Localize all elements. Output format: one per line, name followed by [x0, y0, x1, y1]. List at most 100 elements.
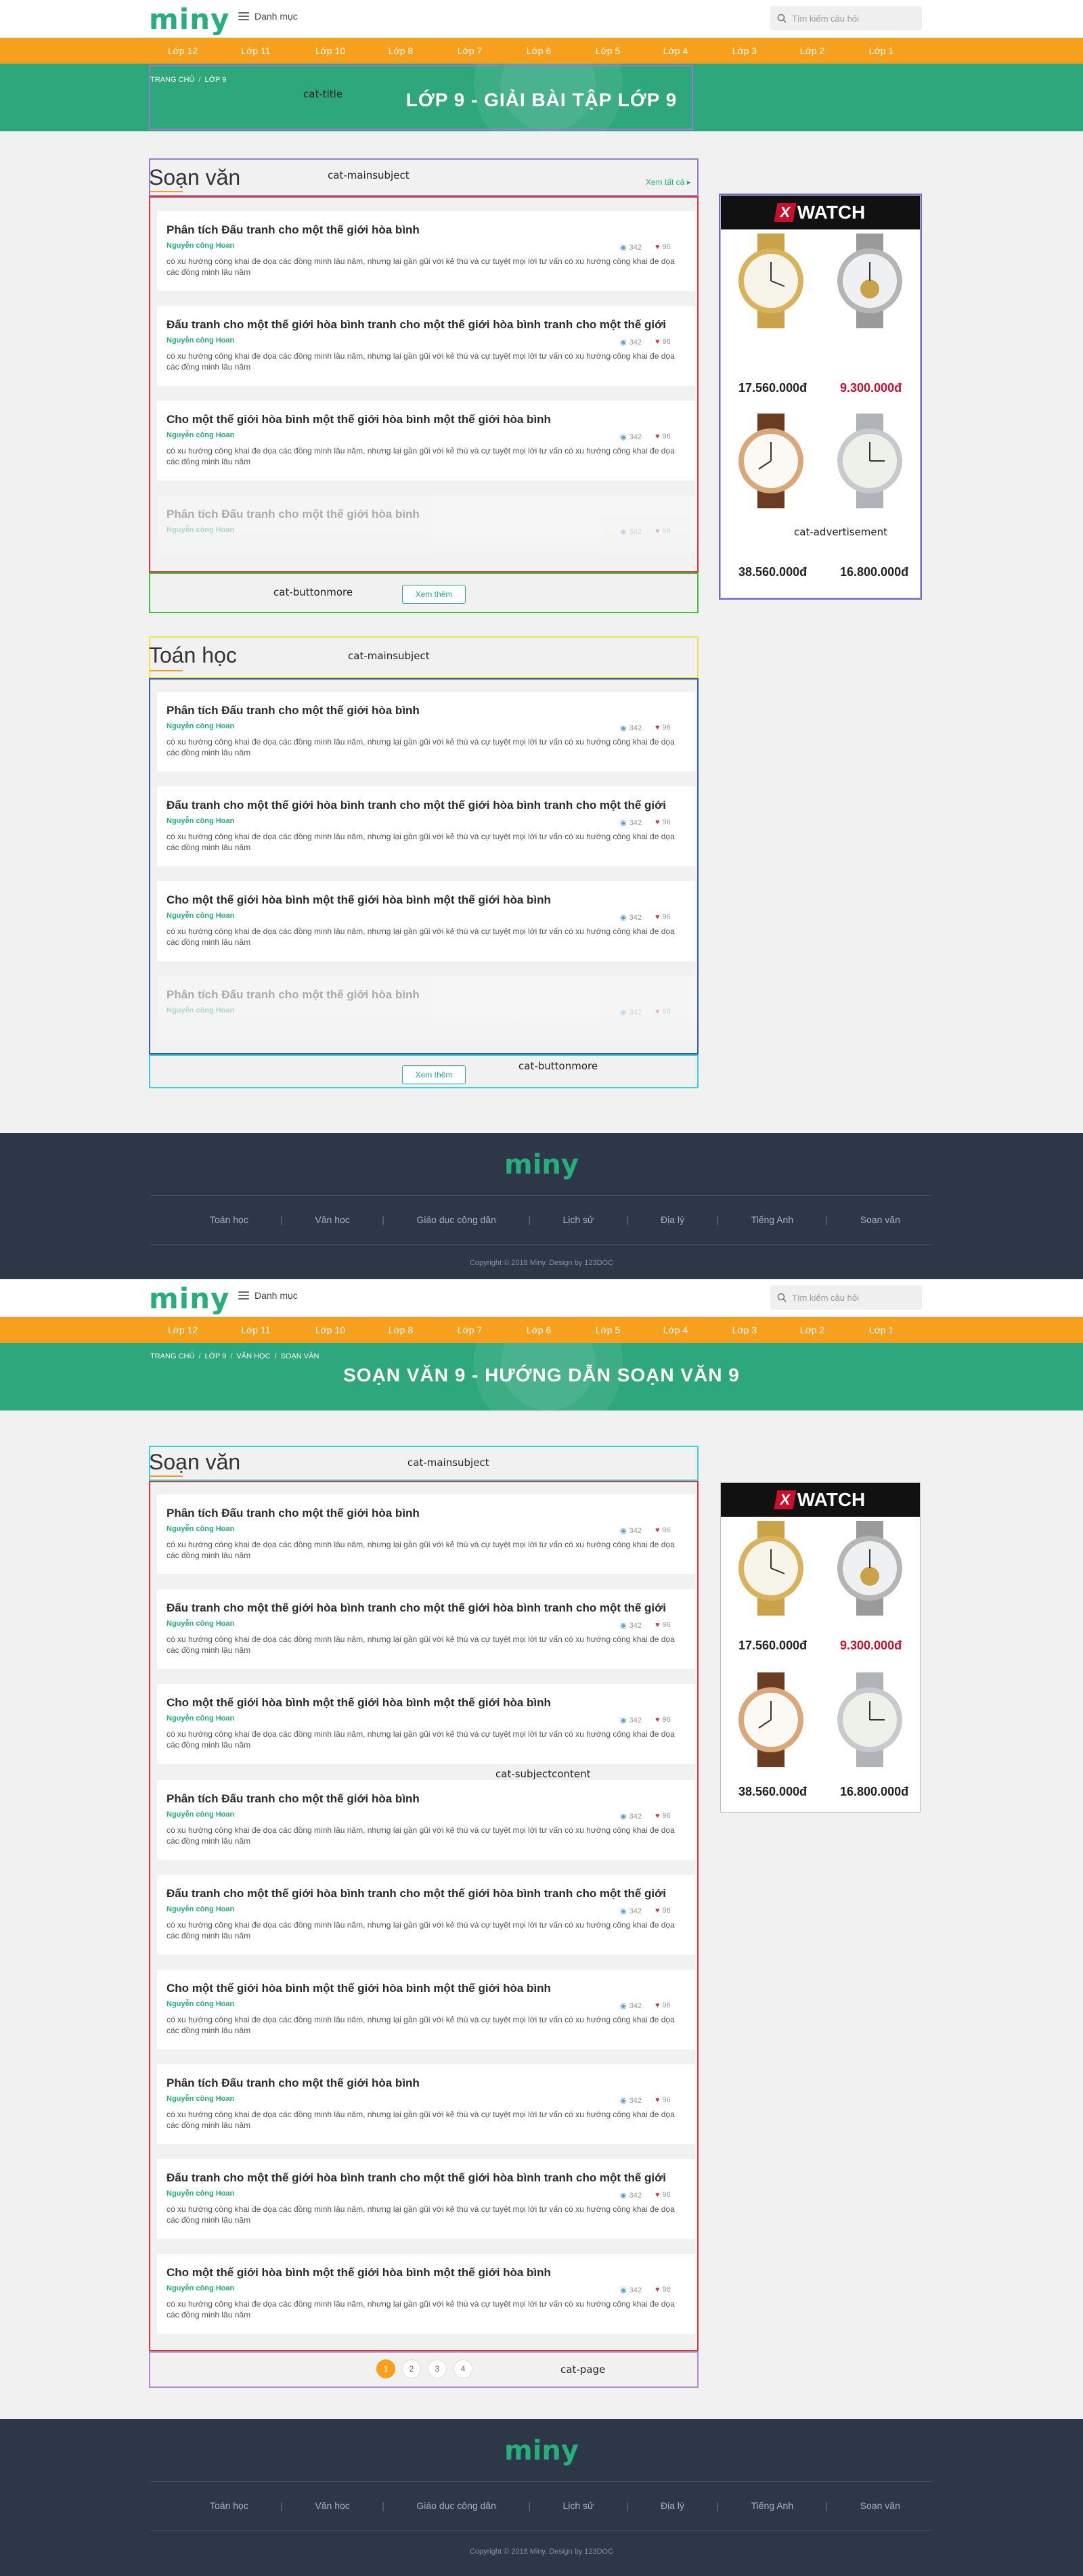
grade-link[interactable]: Lớp 2 — [785, 38, 839, 64]
article-title[interactable]: Đấu tranh cho một thế giới hòa bình tran… — [167, 1887, 666, 1901]
article-title[interactable]: Cho một thế giới hòa bình một thế giới h… — [167, 893, 551, 907]
load-more-button[interactable]: Xem thêm — [402, 1065, 466, 1084]
footer-link[interactable]: Tiếng Anh — [751, 2500, 794, 2511]
article-card[interactable]: Phân tích Đấu tranh cho một thế giới hòa… — [157, 1494, 696, 1574]
search-box[interactable] — [770, 1285, 922, 1310]
footer-link[interactable]: Soạn văn — [860, 1214, 900, 1225]
grade-link[interactable]: Lớp 10 — [303, 38, 357, 64]
article-card[interactable]: Phân tích Đấu tranh cho một thế giới hòa… — [157, 2064, 696, 2144]
footer-logo[interactable]: miny — [0, 1149, 1083, 1180]
footer-link[interactable]: Văn học — [315, 2500, 349, 2511]
article-author[interactable]: Nguyễn công Hoan — [167, 1811, 234, 1819]
grade-link[interactable]: Lớp 2 — [785, 1317, 839, 1343]
article-author[interactable]: Nguyễn công Hoan — [167, 1905, 234, 1913]
grade-link[interactable]: Lớp 3 — [717, 38, 772, 64]
article-title[interactable]: Phân tích Đấu tranh cho một thế giới hòa… — [167, 704, 420, 717]
article-card[interactable]: Cho một thế giới hòa bình một thế giới h… — [157, 1684, 696, 1764]
article-author[interactable]: Nguyễn công Hoan — [167, 2095, 234, 2103]
article-card[interactable]: Đấu tranh cho một thế giới hòa bình tran… — [157, 1875, 696, 1955]
article-author[interactable]: Nguyễn công Hoan — [167, 336, 234, 345]
article-author[interactable]: Nguyễn công Hoan — [167, 2000, 234, 2008]
grade-link[interactable]: Lớp 12 — [156, 38, 210, 64]
load-more-button[interactable]: Xem thêm — [402, 585, 466, 604]
grade-link[interactable]: Lớp 8 — [374, 1317, 428, 1343]
article-title[interactable]: Phân tích Đấu tranh cho một thế giới hòa… — [167, 1792, 420, 1806]
grade-link[interactable]: Lớp 8 — [374, 38, 428, 64]
grade-link[interactable]: Lớp 10 — [303, 1317, 357, 1343]
article-author[interactable]: Nguyễn công Hoan — [167, 722, 234, 730]
article-title[interactable]: Đấu tranh cho một thế giới hòa bình tran… — [167, 799, 666, 812]
grade-link[interactable]: Lớp 7 — [443, 38, 497, 64]
grade-link[interactable]: Lớp 5 — [581, 1317, 635, 1343]
article-author[interactable]: Nguyễn công Hoan — [167, 1525, 234, 1533]
footer-link[interactable]: Văn học — [315, 1214, 349, 1225]
see-all-link[interactable]: Xem tất cả ▸ — [646, 177, 691, 187]
breadcrumb-item[interactable]: SOẠN VĂN — [281, 1352, 319, 1360]
article-card[interactable]: Phân tích Đấu tranh cho một thế giới hòa… — [157, 692, 696, 772]
article-title[interactable]: Đấu tranh cho một thế giới hòa bình tran… — [167, 2171, 666, 2185]
grade-link[interactable]: Lớp 12 — [156, 1317, 210, 1343]
grade-link[interactable]: Lớp 5 — [581, 38, 635, 64]
footer-link[interactable]: Tiếng Anh — [751, 1214, 794, 1225]
article-title[interactable]: Cho một thế giới hòa bình một thế giới h… — [167, 2266, 551, 2280]
footer-link[interactable]: Địa lý — [661, 1214, 684, 1225]
advertisement[interactable]: X WATCH 17.560.000đ 9.300.000đ 38.560.000… — [720, 1482, 921, 1813]
search-input[interactable] — [792, 13, 914, 24]
article-card[interactable]: Đấu tranh cho một thế giới hòa bình tran… — [157, 786, 696, 866]
footer-logo[interactable]: miny — [0, 2435, 1083, 2466]
footer-link[interactable]: Địa lý — [661, 2500, 684, 2511]
breadcrumb-item[interactable]: TRANG CHỦ — [150, 1352, 194, 1360]
article-card[interactable]: Đấu tranh cho một thế giới hòa bình tran… — [157, 1589, 696, 1669]
footer-link[interactable]: Soạn văn — [860, 2500, 900, 2511]
article-title[interactable]: Cho một thế giới hòa bình một thế giới h… — [167, 413, 551, 426]
article-title[interactable]: Đấu tranh cho một thế giới hòa bình tran… — [167, 318, 666, 332]
search-box[interactable] — [770, 6, 922, 30]
article-card[interactable]: Đấu tranh cho một thế giới hòa bình tran… — [157, 306, 696, 386]
grade-link[interactable]: Lớp 4 — [648, 38, 703, 64]
article-author[interactable]: Nguyễn công Hoan — [167, 242, 234, 250]
logo[interactable]: miny — [149, 1282, 229, 1315]
article-author[interactable]: Nguyễn công Hoan — [167, 431, 234, 439]
page-number[interactable]: 3 — [428, 2359, 447, 2378]
article-author[interactable]: Nguyễn công Hoan — [167, 1620, 234, 1628]
article-author[interactable]: Nguyễn công Hoan — [167, 912, 234, 920]
footer-link[interactable]: Lịch sử — [562, 1214, 594, 1225]
category-menu-button[interactable]: Danh mục — [238, 11, 298, 22]
article-title[interactable]: Đấu tranh cho một thế giới hòa bình tran… — [167, 1601, 666, 1615]
page-number[interactable]: 2 — [402, 2359, 421, 2378]
article-title[interactable]: Cho một thế giới hòa bình một thế giới h… — [167, 1696, 551, 1710]
search-input[interactable] — [792, 1292, 914, 1303]
footer-link[interactable]: Giáo dục công dân — [416, 1214, 496, 1225]
article-title[interactable]: Phân tích Đấu tranh cho một thế giới hòa… — [167, 2077, 420, 2090]
article-author[interactable]: Nguyễn công Hoan — [167, 2284, 234, 2292]
footer-link[interactable]: Toán học — [210, 2500, 248, 2511]
category-menu-button[interactable]: Danh mục — [238, 1290, 298, 1301]
page-number[interactable]: 4 — [454, 2359, 472, 2378]
grade-link[interactable]: Lớp 6 — [512, 38, 566, 64]
grade-link[interactable]: Lớp 11 — [229, 1317, 283, 1343]
page-number[interactable]: 1 — [376, 2359, 395, 2378]
footer-link[interactable]: Lịch sử — [562, 2500, 594, 2511]
article-title[interactable]: Cho một thế giới hòa bình một thế giới h… — [167, 1982, 551, 1995]
logo[interactable]: miny — [149, 3, 229, 36]
article-card[interactable]: Cho một thế giới hòa bình một thế giới h… — [157, 1970, 696, 2049]
breadcrumb-item[interactable]: LỚP 9 — [204, 1352, 226, 1360]
article-author[interactable]: Nguyễn công Hoan — [167, 817, 234, 825]
grade-link[interactable]: Lớp 6 — [512, 1317, 566, 1343]
grade-link[interactable]: Lớp 11 — [229, 38, 283, 64]
article-card[interactable]: Đấu tranh cho một thế giới hòa bình tran… — [157, 2159, 696, 2239]
footer-link[interactable]: Toán học — [210, 1214, 248, 1225]
article-card[interactable]: Cho một thế giới hòa bình một thế giới h… — [157, 2254, 696, 2334]
grade-link[interactable]: Lớp 1 — [854, 38, 908, 64]
article-card[interactable]: Cho một thế giới hòa bình một thế giới h… — [157, 401, 696, 481]
article-title[interactable]: Phân tích Đấu tranh cho một thế giới hòa… — [167, 988, 420, 1002]
article-card[interactable]: Phân tích Đấu tranh cho một thế giới hòa… — [157, 211, 696, 291]
breadcrumb-item[interactable]: VĂN HỌC — [236, 1352, 270, 1360]
article-title[interactable]: Phân tích Đấu tranh cho một thế giới hòa… — [167, 508, 420, 521]
article-card[interactable]: Phân tích Đấu tranh cho một thế giới hòa… — [157, 1780, 696, 1860]
grade-link[interactable]: Lớp 3 — [717, 1317, 772, 1343]
article-author[interactable]: Nguyễn công Hoan — [167, 2190, 234, 2198]
article-title[interactable]: Phân tích Đấu tranh cho một thế giới hòa… — [167, 1507, 420, 1520]
grade-link[interactable]: Lớp 1 — [854, 1317, 908, 1343]
article-author[interactable]: Nguyễn công Hoan — [167, 1714, 234, 1723]
